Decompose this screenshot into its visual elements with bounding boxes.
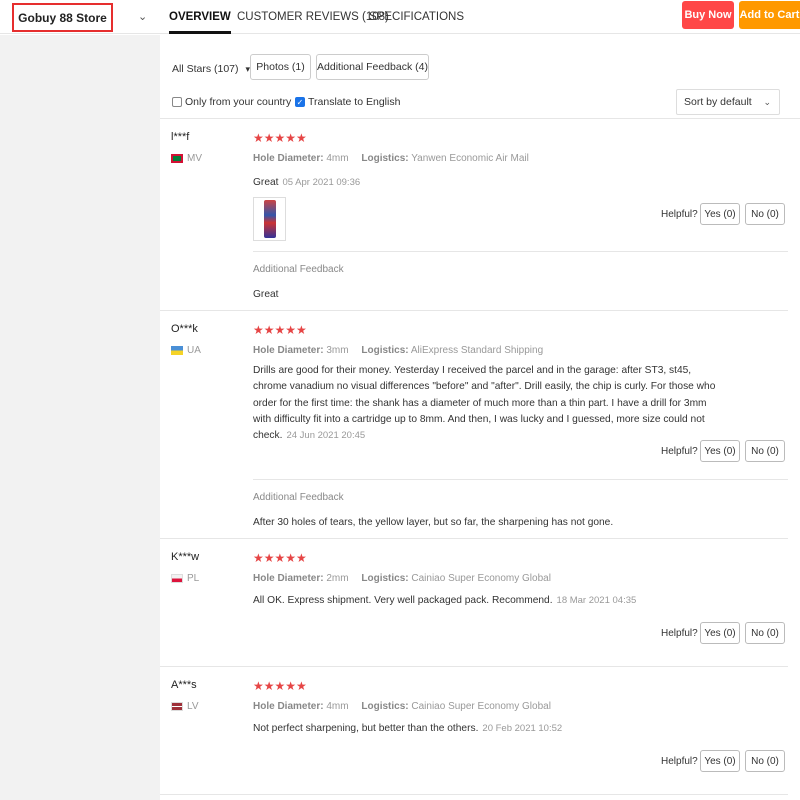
star-filter-dropdown[interactable]: All Stars (107) ▾ [172,63,250,75]
translate-checkbox[interactable]: ✓ [295,97,305,107]
flag-pl-icon [171,574,183,583]
star-rating: ★★★★★ [253,679,307,693]
reviewer-name: l***f [171,131,190,143]
hole-diameter-label: Hole Diameter: [253,345,324,356]
additional-feedback-text: Great [253,289,279,300]
only-country-checkbox-row[interactable]: Only from your country [172,96,291,108]
additional-feedback-label: Additional Feedback [253,264,344,275]
review-item: l***f MV ★★★★★ Hole Diameter: 4mm Logist… [160,119,788,311]
reviewer-country: UA [171,345,201,356]
logistics-value: Yanwen Economic Air Mail [411,153,529,164]
flag-mv-icon [171,154,183,163]
review-date: 20 Feb 2021 10:52 [482,723,563,734]
logistics-label: Logistics: [361,153,409,164]
country-code: MV [187,153,202,164]
add-to-cart-button[interactable]: Add to Cart [739,1,800,29]
helpful-no-button[interactable]: No (0) [745,750,785,772]
review-body: Not perfect sharpening, but better than … [253,723,479,734]
review-date: 05 Apr 2021 09:36 [282,177,361,188]
review-meta: Hole Diameter: 3mm Logistics: AliExpress… [253,345,543,356]
review-list: l***f MV ★★★★★ Hole Diameter: 4mm Logist… [160,119,800,795]
hole-diameter-value: 3mm [326,345,349,356]
hole-diameter-label: Hole Diameter: [253,573,324,584]
country-code: PL [187,573,200,584]
logistics-value: Cainiao Super Economy Global [411,701,551,712]
review-filters: All Stars (107) ▾ Photos (1) Additional … [160,35,800,119]
sort-select[interactable]: Sort by default ⌄ [676,89,780,115]
hole-diameter-value: 2mm [326,573,349,584]
review-meta: Hole Diameter: 2mm Logistics: Cainiao Su… [253,573,551,584]
hole-diameter-value: 4mm [326,153,349,164]
tab-customer-reviews[interactable]: CUSTOMER REVIEWS (108) [237,0,389,34]
helpful-yes-button[interactable]: Yes (0) [700,203,740,225]
additional-feedback-label: Additional Feedback [253,492,344,503]
review-item: A***s LV ★★★★★ Hole Diameter: 4mm Logist… [160,667,788,795]
helpful-yes-button[interactable]: Yes (0) [700,750,740,772]
reviewer-name: A***s [171,679,197,691]
product-header: Gobuy 88 Store ⌄ OVERVIEW CUSTOMER REVIE… [0,0,800,34]
helpful-yes-button[interactable]: Yes (0) [700,440,740,462]
helpful-yes-button[interactable]: Yes (0) [700,622,740,644]
helpful-label: Helpful? [661,628,698,639]
review-text: Not perfect sharpening, but better than … [253,721,723,737]
additional-feedback-divider [253,479,788,480]
helpful-label: Helpful? [661,209,698,220]
hole-diameter-label: Hole Diameter: [253,153,324,164]
review-body: Great [253,177,279,188]
review-date: 24 Jun 2021 20:45 [286,430,366,442]
buy-now-button[interactable]: Buy Now [682,1,734,29]
review-text: All OK. Express shipment. Very well pack… [253,593,723,609]
star-rating: ★★★★★ [253,323,307,337]
sort-select-value: Sort by default [684,96,752,108]
star-rating: ★★★★★ [253,131,307,145]
review-date: 18 Mar 2021 04:35 [556,595,637,606]
reviewer-country: LV [171,701,199,712]
country-code: LV [187,701,199,712]
chevron-down-icon[interactable]: ⌄ [138,10,147,23]
review-photo-thumbnail[interactable] [253,197,286,241]
star-rating: ★★★★★ [253,551,307,565]
reviewer-name: K***w [171,551,200,563]
country-code: UA [187,345,201,356]
review-text: Drills are good for their money. Yesterd… [253,363,723,444]
hole-diameter-value: 4mm [326,701,349,712]
tab-specifications[interactable]: SPECIFICATIONS [369,0,464,34]
logistics-value: AliExpress Standard Shipping [410,345,544,356]
review-text: Great 05 Apr 2021 09:36 [253,175,723,191]
logistics-label: Logistics: [361,573,409,584]
additional-feedback-filter-button[interactable]: Additional Feedback (4) [316,54,429,80]
only-country-label: Only from your country [185,96,292,108]
logistics-value: Cainiao Super Economy Global [411,573,551,584]
additional-feedback-text: After 30 holes of tears, the yellow laye… [253,517,614,528]
helpful-no-button[interactable]: No (0) [745,622,785,644]
review-item: O***k UA ★★★★★ Hole Diameter: 3mm Logist… [160,311,788,539]
hole-diameter-label: Hole Diameter: [253,701,324,712]
logistics-label: Logistics: [361,345,409,356]
helpful-no-button[interactable]: No (0) [745,203,785,225]
review-meta: Hole Diameter: 4mm Logistics: Yanwen Eco… [253,153,529,164]
review-meta: Hole Diameter: 4mm Logistics: Cainiao Su… [253,701,551,712]
flag-ua-icon [171,346,183,355]
left-sidebar [0,35,160,800]
store-name: Gobuy 88 Store [18,10,107,25]
helpful-label: Helpful? [661,446,698,457]
helpful-label: Helpful? [661,756,698,767]
star-filter-label: All Stars (107) [172,63,239,75]
translate-checkbox-row[interactable]: ✓ Translate to English [295,96,400,108]
translate-label: Translate to English [308,96,401,108]
tab-overview[interactable]: OVERVIEW [169,0,231,34]
reviewer-country: PL [171,573,199,584]
photos-filter-button[interactable]: Photos (1) [250,54,311,80]
helpful-no-button[interactable]: No (0) [745,440,785,462]
additional-feedback-divider [253,251,788,252]
reviewer-name: O***k [171,323,198,335]
logistics-label: Logistics: [361,701,409,712]
reviewer-country: MV [171,153,202,164]
flag-lv-icon [171,702,183,711]
review-item: K***w PL ★★★★★ Hole Diameter: 2mm Logist… [160,539,788,667]
only-country-checkbox[interactable] [172,97,182,107]
chevron-down-icon: ⌄ [763,96,771,107]
store-name-link[interactable]: Gobuy 88 Store [12,3,113,32]
review-body: All OK. Express shipment. Very well pack… [253,595,553,606]
